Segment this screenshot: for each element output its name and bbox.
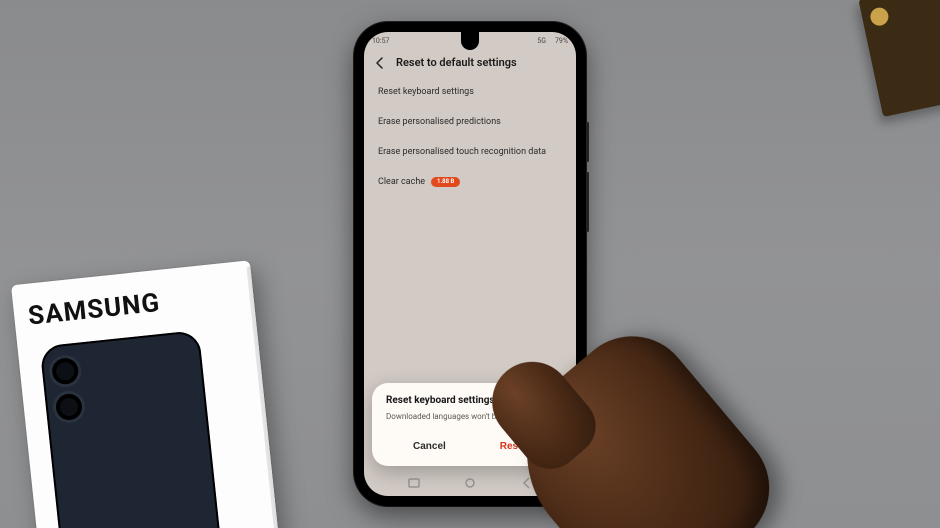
camera-icon [51,357,80,386]
item-reset-keyboard[interactable]: Reset keyboard settings [378,77,562,107]
desk-scene: SAMSUNG 10:57 5G [0,0,940,528]
recents-icon[interactable] [407,475,421,489]
page-header: Reset to default settings [364,50,576,77]
samsung-logo: SAMSUNG [27,280,241,332]
cache-size-badge: 1.88 B [431,177,460,187]
back-icon[interactable] [374,57,386,69]
status-time: 10:57 [372,37,389,45]
page-title: Reset to default settings [396,56,517,69]
item-erase-touch-data[interactable]: Erase personalised touch recognition dat… [378,137,562,167]
item-erase-predictions[interactable]: Erase personalised predictions [378,107,562,137]
box-phone-render [40,330,226,528]
battery-text: 79% [555,37,568,45]
cancel-button[interactable]: Cancel [397,435,462,458]
item-clear-cache[interactable]: Clear cache 1.88 B [378,167,562,197]
samsung-box: SAMSUNG [11,260,281,528]
wooden-prop [858,0,940,117]
camera-icon [55,393,84,422]
settings-list: Reset keyboard settings Erase personalis… [364,77,576,197]
network-icon: 5G [537,37,546,45]
camera-notch [461,32,479,50]
volume-button [586,122,589,162]
home-icon[interactable] [463,475,477,489]
power-button [586,172,589,232]
